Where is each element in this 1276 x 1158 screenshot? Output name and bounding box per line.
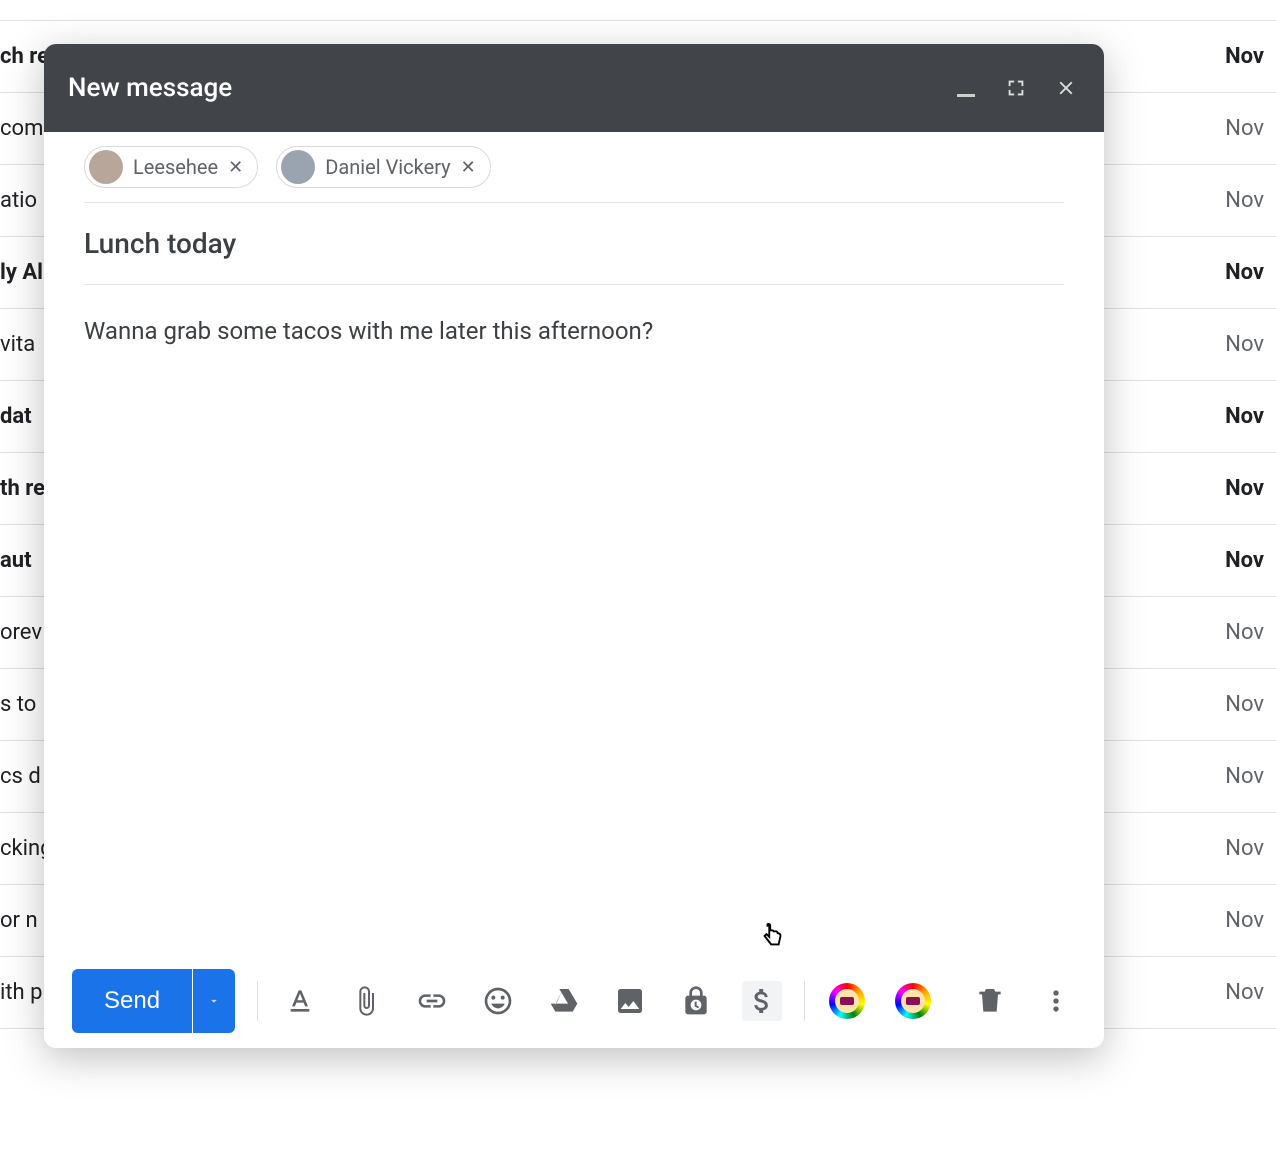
attach-file-button[interactable]	[346, 981, 386, 1021]
link-icon	[416, 985, 448, 1017]
remove-recipient-button[interactable]: ✕	[461, 157, 476, 178]
minimize-button[interactable]	[952, 74, 980, 102]
recipient-chip[interactable]: Leesehee ✕	[84, 146, 258, 188]
recipient-name: Daniel Vickery	[325, 155, 450, 179]
compose-header: New message	[44, 44, 1104, 132]
fullscreen-button[interactable]	[1002, 74, 1030, 102]
addon-icon	[829, 983, 865, 1019]
more-options-button[interactable]	[1036, 981, 1076, 1021]
compose-title: New message	[68, 73, 232, 103]
subject-field[interactable]: Lunch today	[84, 203, 1064, 285]
addon-icon	[895, 983, 931, 1019]
separator	[804, 981, 805, 1021]
addon-button-1[interactable]	[827, 981, 867, 1021]
drive-icon	[548, 985, 580, 1017]
compose-toolbar: Send	[44, 954, 1104, 1048]
confidential-mode-button[interactable]	[676, 981, 716, 1021]
insert-photo-button[interactable]	[610, 981, 650, 1021]
avatar-icon	[89, 150, 123, 184]
formatting-button[interactable]	[280, 981, 320, 1021]
send-options-button[interactable]	[193, 969, 235, 1033]
trash-icon	[974, 985, 1006, 1017]
minimize-icon	[957, 94, 975, 97]
insert-emoji-button[interactable]	[478, 981, 518, 1021]
expand-icon	[1005, 77, 1027, 99]
separator	[257, 981, 258, 1021]
message-body[interactable]: Wanna grab some tacos with me later this…	[84, 285, 1064, 954]
dollar-icon	[746, 985, 778, 1017]
avatar-icon	[281, 150, 315, 184]
recipient-chip[interactable]: Daniel Vickery ✕	[276, 146, 490, 188]
more-vertical-icon	[1040, 985, 1072, 1017]
compose-window: New message Leesehee ✕ Daniel Vickery	[44, 44, 1104, 1048]
send-button[interactable]: Send	[72, 969, 192, 1033]
image-icon	[614, 985, 646, 1017]
addon-button-2[interactable]	[893, 981, 933, 1021]
insert-link-button[interactable]	[412, 981, 452, 1021]
paperclip-icon	[350, 985, 382, 1017]
close-icon	[1055, 77, 1077, 99]
remove-recipient-button[interactable]: ✕	[228, 157, 243, 178]
send-money-button[interactable]	[742, 981, 782, 1021]
close-button[interactable]	[1052, 74, 1080, 102]
emoji-icon	[482, 985, 514, 1017]
chevron-down-icon	[207, 994, 221, 1008]
discard-draft-button[interactable]	[970, 981, 1010, 1021]
recipient-name: Leesehee	[133, 155, 218, 179]
text-format-icon	[284, 985, 316, 1017]
insert-drive-button[interactable]	[544, 981, 584, 1021]
lock-clock-icon	[680, 985, 712, 1017]
recipients-field[interactable]: Leesehee ✕ Daniel Vickery ✕	[84, 146, 1064, 203]
